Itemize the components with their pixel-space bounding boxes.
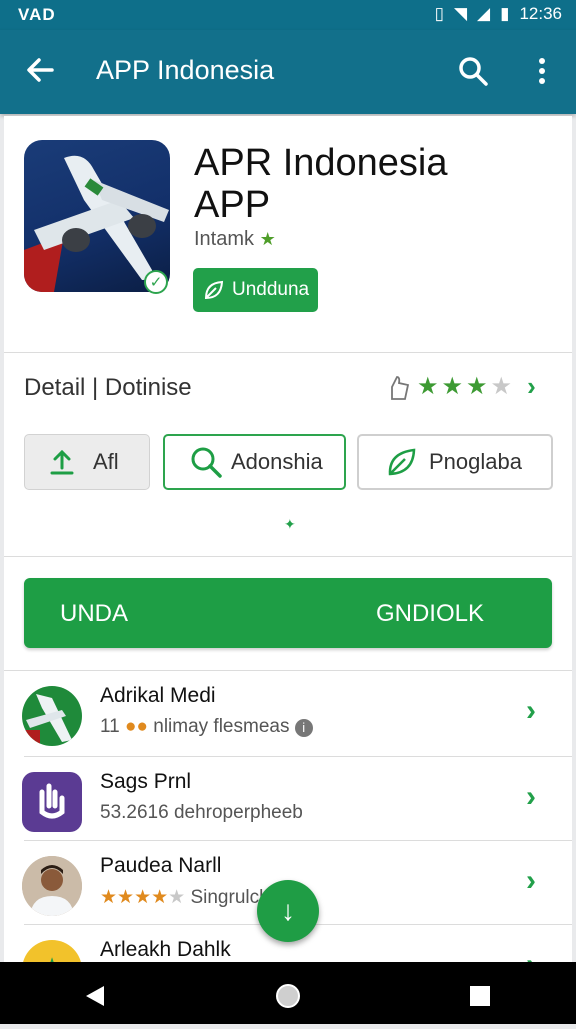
rating-star-icon: ★ (466, 373, 488, 400)
app-bar: APP Indonesia (0, 30, 576, 114)
signal-icon: ◢ (477, 4, 491, 23)
chevron-right-icon: › (527, 371, 536, 401)
list-item-title: Adrikal Medi (100, 684, 216, 707)
download-arrow-icon: ↓ (281, 895, 295, 926)
app-bar-title: APP Indonesia (96, 55, 275, 85)
airplane-icon (24, 155, 169, 292)
search-icon[interactable] (456, 54, 490, 88)
chip-leaf[interactable]: Pnoglaba (357, 434, 553, 490)
list-item[interactable]: Sags Prnl 53.2616 dehroperpheeb › (4, 758, 572, 842)
star-icon: ★ (259, 229, 276, 249)
rating-star-empty-icon: ★ (490, 373, 513, 400)
orange-dots-icon: ●● (125, 716, 148, 737)
app-icon (24, 140, 170, 292)
chip-label: Pnoglaba (429, 449, 522, 474)
list-item-subtitle: 53.2616 dehroperpheeb (100, 802, 303, 823)
battery-icon: ▮ (500, 4, 510, 23)
nav-recents-icon[interactable] (470, 986, 490, 1006)
person-photo (22, 856, 82, 916)
chip-search[interactable]: Adonshia (163, 434, 346, 490)
rating-row[interactable]: ★ ★ ★ ★ › (386, 371, 536, 402)
divider (24, 756, 572, 757)
rating-stars-icon: ★★★★ (100, 887, 169, 908)
divider (4, 556, 572, 557)
divider (4, 352, 572, 353)
chip-label: Adonshia (231, 449, 323, 474)
info-icon: i (294, 719, 313, 737)
chevron-right-icon: › (526, 780, 536, 813)
list-item-title: Arleakh Dahlk (100, 938, 231, 961)
app-subtitle: Intamk ★ (194, 228, 276, 251)
cta-right-label: GNDIOLK (375, 600, 484, 627)
primary-action-button[interactable]: UNDA GNDIOLK (24, 578, 552, 648)
nav-back-icon[interactable] (86, 986, 104, 1006)
app-title-line2: APP (194, 184, 271, 226)
rating-star-icon: ★ (417, 373, 439, 400)
list-item-subtitle: ★★★★★ Singrulcl (100, 887, 264, 908)
app-detail-sheet: ✓ APR Indonesia APP Intamk ★ Undduna Det… (4, 116, 572, 962)
list-item-subtitle: 11 ●● nlimay flesmeas i (100, 716, 313, 738)
hand-app-icon (22, 772, 82, 832)
detail-label: Detail | Dotinise (24, 374, 192, 401)
system-nav-bar (0, 962, 576, 1024)
chip-label: Afl (93, 449, 119, 474)
app-title: APR Indonesia APP (194, 142, 564, 226)
leaf-icon (388, 448, 416, 476)
vibrate-icon: ▯ (434, 4, 444, 23)
install-label: Undduna (232, 279, 310, 300)
download-fab[interactable]: ↓ (257, 880, 319, 942)
nav-home-icon[interactable] (276, 984, 300, 1008)
app-title-line1: APR Indonesia (194, 142, 448, 184)
chevron-right-icon: › (526, 864, 536, 897)
divider (4, 670, 572, 671)
search-icon (191, 447, 222, 478)
upload-icon (50, 449, 74, 475)
rating-star-icon: ★ (441, 373, 464, 400)
status-time: 12:36 (519, 4, 562, 23)
airplane-avatar (22, 686, 82, 746)
svg-text:★: ★ (40, 953, 63, 962)
list-item-title: Sags Prnl (100, 770, 192, 793)
install-button[interactable]: Undduna (193, 268, 318, 312)
chevron-right-icon: › (526, 948, 536, 962)
chevron-right-icon: › (526, 694, 536, 727)
cta-left-label: UNDA (60, 600, 129, 627)
star-avatar: ★ (22, 940, 82, 962)
leaf-icon (204, 280, 224, 300)
verified-badge-icon: ✓ (144, 270, 168, 294)
status-bar: VAD ▯ ◥ ◢ ▮ 12:36 (0, 0, 576, 30)
hand-icon (391, 375, 410, 400)
page-indicator-dot: ✦ (284, 516, 296, 532)
app-subtitle-text: Intamk (194, 228, 255, 250)
overflow-menu-icon[interactable] (530, 54, 554, 88)
status-left-text: VAD (18, 5, 56, 24)
divider (24, 840, 572, 841)
wifi-icon: ◥ (453, 4, 468, 23)
chip-upload[interactable]: Afl (24, 434, 150, 490)
list-item-title: Paudea Narll (100, 854, 222, 877)
list-item[interactable]: Adrikal Medi 11 ●● nlimay flesmeas i › (4, 672, 572, 756)
back-arrow-icon[interactable] (22, 52, 58, 88)
